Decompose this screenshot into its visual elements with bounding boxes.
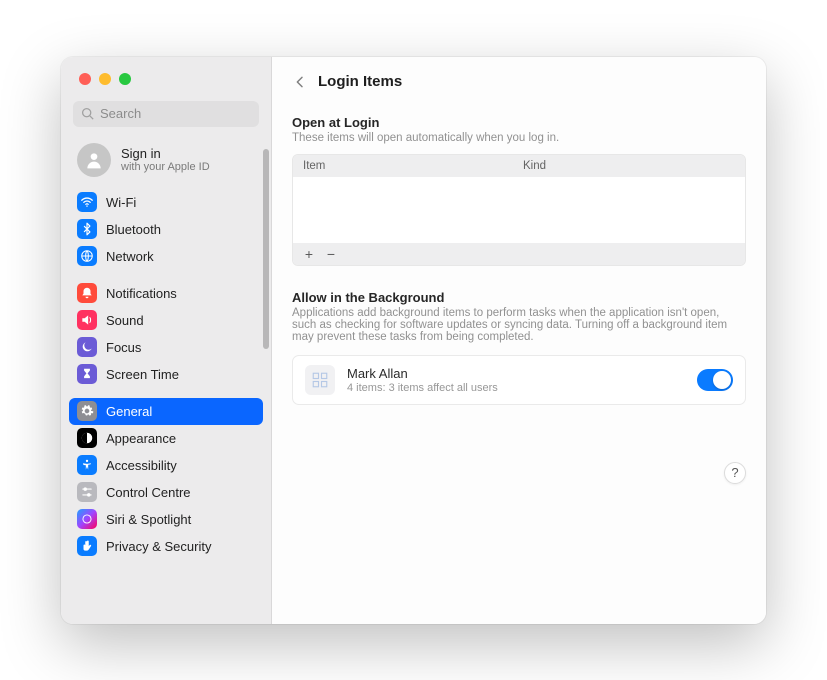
sidebar-group: General Appearance Accessibility bbox=[69, 398, 263, 560]
sidebar-item-general[interactable]: General bbox=[69, 398, 263, 425]
sidebar-group: Wi-Fi Bluetooth Network bbox=[69, 189, 263, 270]
sidebar-item-label: Appearance bbox=[106, 431, 176, 446]
close-window-button[interactable] bbox=[79, 73, 91, 85]
page-title: Login Items bbox=[318, 73, 402, 90]
speaker-icon bbox=[77, 310, 97, 330]
person-icon bbox=[84, 150, 104, 170]
sidebar-list: Wi-Fi Bluetooth Network bbox=[61, 189, 271, 624]
siri-icon bbox=[77, 509, 97, 529]
hand-icon bbox=[77, 536, 97, 556]
search-input[interactable] bbox=[100, 106, 251, 121]
sidebar-item-sound[interactable]: Sound bbox=[69, 307, 263, 334]
sidebar-item-label: Accessibility bbox=[106, 458, 177, 473]
sidebar-item-label: Sound bbox=[106, 313, 144, 328]
sidebar-item-wifi[interactable]: Wi-Fi bbox=[69, 189, 263, 216]
sidebar-item-label: Screen Time bbox=[106, 367, 179, 382]
background-item-toggle[interactable] bbox=[697, 369, 733, 391]
signin-subtitle: with your Apple ID bbox=[121, 161, 210, 173]
sidebar-item-control-centre[interactable]: Control Centre bbox=[69, 479, 263, 506]
sidebar-item-notifications[interactable]: Notifications bbox=[69, 280, 263, 307]
remove-button[interactable]: − bbox=[321, 245, 341, 263]
sidebar-item-label: Focus bbox=[106, 340, 141, 355]
column-item[interactable]: Item bbox=[293, 160, 519, 172]
accessibility-icon bbox=[77, 455, 97, 475]
wifi-icon bbox=[77, 192, 97, 212]
table-footer: + − bbox=[293, 243, 745, 265]
section-subheading: These items will open automatically when… bbox=[292, 132, 746, 144]
sidebar-group: Notifications Sound Focus bbox=[69, 280, 263, 388]
minimize-window-button[interactable] bbox=[99, 73, 111, 85]
fullscreen-window-button[interactable] bbox=[119, 73, 131, 85]
column-kind[interactable]: Kind bbox=[519, 160, 745, 172]
avatar bbox=[77, 143, 111, 177]
toggle-knob bbox=[713, 371, 731, 389]
globe-icon bbox=[77, 246, 97, 266]
sidebar-item-screen-time[interactable]: Screen Time bbox=[69, 361, 263, 388]
sidebar-item-bluetooth[interactable]: Bluetooth bbox=[69, 216, 263, 243]
sidebar-item-appearance[interactable]: Appearance bbox=[69, 425, 263, 452]
back-button[interactable] bbox=[292, 74, 308, 90]
search-icon bbox=[81, 107, 94, 120]
gear-icon bbox=[77, 401, 97, 421]
hourglass-icon bbox=[77, 364, 97, 384]
table-header: Item Kind bbox=[293, 155, 745, 177]
bluetooth-icon bbox=[77, 219, 97, 239]
sidebar-item-label: Wi-Fi bbox=[106, 195, 136, 210]
signin-row[interactable]: Sign in with your Apple ID bbox=[61, 135, 271, 189]
sidebar-item-label: General bbox=[106, 404, 152, 419]
settings-window: Sign in with your Apple ID Wi-Fi Bluetoo… bbox=[61, 57, 766, 624]
add-button[interactable]: + bbox=[299, 245, 319, 263]
sidebar-item-label: Privacy & Security bbox=[106, 539, 211, 554]
table-body bbox=[293, 177, 745, 243]
background-item-text: Mark Allan 4 items: 3 items affect all u… bbox=[347, 366, 685, 394]
background-item-title: Mark Allan bbox=[347, 366, 685, 381]
bell-icon bbox=[77, 283, 97, 303]
sidebar-item-privacy-security[interactable]: Privacy & Security bbox=[69, 533, 263, 560]
search-field[interactable] bbox=[73, 101, 259, 127]
sidebar: Sign in with your Apple ID Wi-Fi Bluetoo… bbox=[61, 57, 272, 624]
allow-background-section: Allow in the Background Applications add… bbox=[292, 290, 746, 405]
sidebar-item-focus[interactable]: Focus bbox=[69, 334, 263, 361]
moon-icon bbox=[77, 337, 97, 357]
sidebar-item-label: Notifications bbox=[106, 286, 177, 301]
section-subheading: Applications add background items to per… bbox=[292, 307, 746, 343]
sidebar-item-accessibility[interactable]: Accessibility bbox=[69, 452, 263, 479]
sidebar-scrollbar[interactable] bbox=[263, 149, 269, 349]
main-content: Login Items Open at Login These items wi… bbox=[272, 57, 766, 624]
open-at-login-section: Open at Login These items will open auto… bbox=[292, 115, 746, 266]
background-item-row[interactable]: Mark Allan 4 items: 3 items affect all u… bbox=[292, 355, 746, 405]
sidebar-item-label: Bluetooth bbox=[106, 222, 161, 237]
sidebar-item-network[interactable]: Network bbox=[69, 243, 263, 270]
grid-icon bbox=[311, 371, 329, 389]
sidebar-item-siri-spotlight[interactable]: Siri & Spotlight bbox=[69, 506, 263, 533]
sliders-icon bbox=[77, 482, 97, 502]
sidebar-item-label: Siri & Spotlight bbox=[106, 512, 191, 527]
contrast-icon bbox=[77, 428, 97, 448]
app-icon bbox=[305, 365, 335, 395]
header: Login Items bbox=[292, 57, 746, 107]
login-items-table: Item Kind + − bbox=[292, 154, 746, 266]
sidebar-item-label: Control Centre bbox=[106, 485, 191, 500]
sidebar-item-label: Network bbox=[106, 249, 154, 264]
help-button[interactable]: ? bbox=[724, 462, 746, 484]
background-item-subtitle: 4 items: 3 items affect all users bbox=[347, 382, 685, 394]
signin-text: Sign in with your Apple ID bbox=[121, 146, 210, 173]
section-heading: Allow in the Background bbox=[292, 290, 746, 305]
window-controls bbox=[61, 57, 271, 97]
section-heading: Open at Login bbox=[292, 115, 746, 130]
signin-title: Sign in bbox=[121, 146, 210, 161]
